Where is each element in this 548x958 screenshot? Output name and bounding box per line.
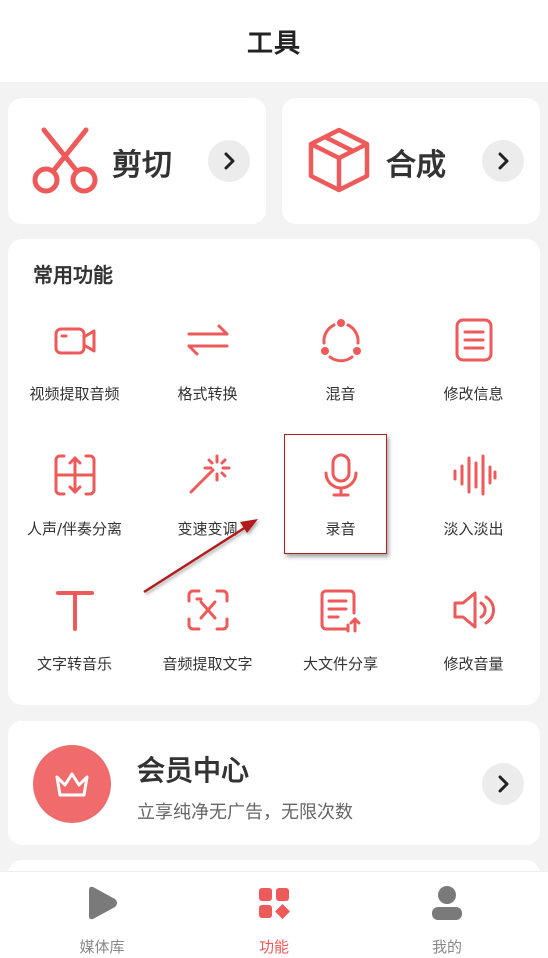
scissors-icon xyxy=(32,127,98,194)
func-label: 变速变调 xyxy=(177,520,238,538)
play-triangle-icon xyxy=(89,886,117,920)
func-vocal-separate[interactable]: 人声/伴奏分离 xyxy=(8,440,141,560)
func-text-to-music[interactable]: 文字转音乐 xyxy=(8,575,141,695)
vip-subtitle: 立享纯净无广告，无限次数 xyxy=(137,802,353,823)
tab-label: 我的 xyxy=(431,938,462,956)
func-label: 格式转换 xyxy=(177,385,238,403)
func-label: 修改音量 xyxy=(443,655,504,673)
chevron-right-icon xyxy=(498,775,509,793)
func-label: 人声/伴奏分离 xyxy=(26,520,123,538)
vip-arrow-button[interactable] xyxy=(482,763,524,805)
page-title: 工具 xyxy=(246,28,301,59)
swap-arrows-icon xyxy=(187,324,229,356)
func-label: 音频提取文字 xyxy=(162,655,253,673)
user-icon xyxy=(432,886,462,920)
tab-label: 媒体库 xyxy=(79,938,125,956)
merge-card[interactable]: 合成 xyxy=(282,98,540,224)
merge-arrow-button[interactable] xyxy=(482,140,524,182)
func-audio-to-text[interactable]: 音频提取文字 xyxy=(141,575,274,695)
mix-cycle-icon xyxy=(321,319,361,363)
cut-card[interactable]: 剪切 xyxy=(8,98,266,224)
header-bar: 工具 xyxy=(0,0,548,82)
file-upload-icon xyxy=(320,589,361,633)
func-label: 视频提取音频 xyxy=(29,385,120,403)
common-functions-card: 常用功能 视频提取音频 格式转换 混音 修改信息 人声/伴奏分离 变速变调 录音… xyxy=(8,239,540,705)
func-label: 淡入淡出 xyxy=(443,520,504,538)
func-change-volume[interactable]: 修改音量 xyxy=(407,575,540,695)
func-large-file-share[interactable]: 大文件分享 xyxy=(274,575,407,695)
video-camera-icon xyxy=(54,327,96,355)
func-label: 混音 xyxy=(325,385,356,403)
tab-functions[interactable]: 功能 xyxy=(183,872,365,958)
func-edit-info[interactable]: 修改信息 xyxy=(407,305,540,425)
chevron-right-icon xyxy=(498,152,509,170)
func-label: 文字转音乐 xyxy=(36,655,112,673)
text-scan-icon xyxy=(187,589,229,631)
cube-icon xyxy=(308,127,370,193)
split-vertical-icon xyxy=(54,454,96,496)
grid-shapes-icon xyxy=(259,888,290,919)
tab-mine[interactable]: 我的 xyxy=(356,872,538,958)
vip-avatar xyxy=(33,745,111,823)
cut-label: 剪切 xyxy=(112,148,172,183)
func-label: 大文件分享 xyxy=(302,655,378,673)
text-t-icon xyxy=(56,591,94,631)
speaker-volume-icon xyxy=(453,591,496,629)
chevron-right-icon xyxy=(224,152,235,170)
vip-center-card[interactable]: 会员中心 立享纯净无广告，无限次数 xyxy=(8,721,540,845)
func-fade[interactable]: 淡入淡出 xyxy=(407,440,540,560)
crown-icon xyxy=(55,772,89,797)
func-format-convert[interactable]: 格式转换 xyxy=(141,305,274,425)
sound-wave-icon xyxy=(453,454,497,496)
section-title: 常用功能 xyxy=(33,263,113,287)
tab-label: 功能 xyxy=(258,938,289,956)
merge-label: 合成 xyxy=(386,148,446,183)
bottom-tab-bar: 媒体库 功能 我的 xyxy=(0,871,548,958)
magic-wand-icon xyxy=(189,454,231,494)
func-speed-pitch[interactable]: 变速变调 xyxy=(141,440,274,560)
annotation-highlight-box xyxy=(284,434,387,554)
func-video-extract-audio[interactable]: 视频提取音频 xyxy=(8,305,141,425)
document-lines-icon xyxy=(455,318,493,362)
func-mix[interactable]: 混音 xyxy=(274,305,407,425)
tab-media-library[interactable]: 媒体库 xyxy=(11,872,193,958)
vip-title: 会员中心 xyxy=(137,754,250,787)
func-label: 修改信息 xyxy=(443,385,504,403)
cut-arrow-button[interactable] xyxy=(208,140,250,182)
